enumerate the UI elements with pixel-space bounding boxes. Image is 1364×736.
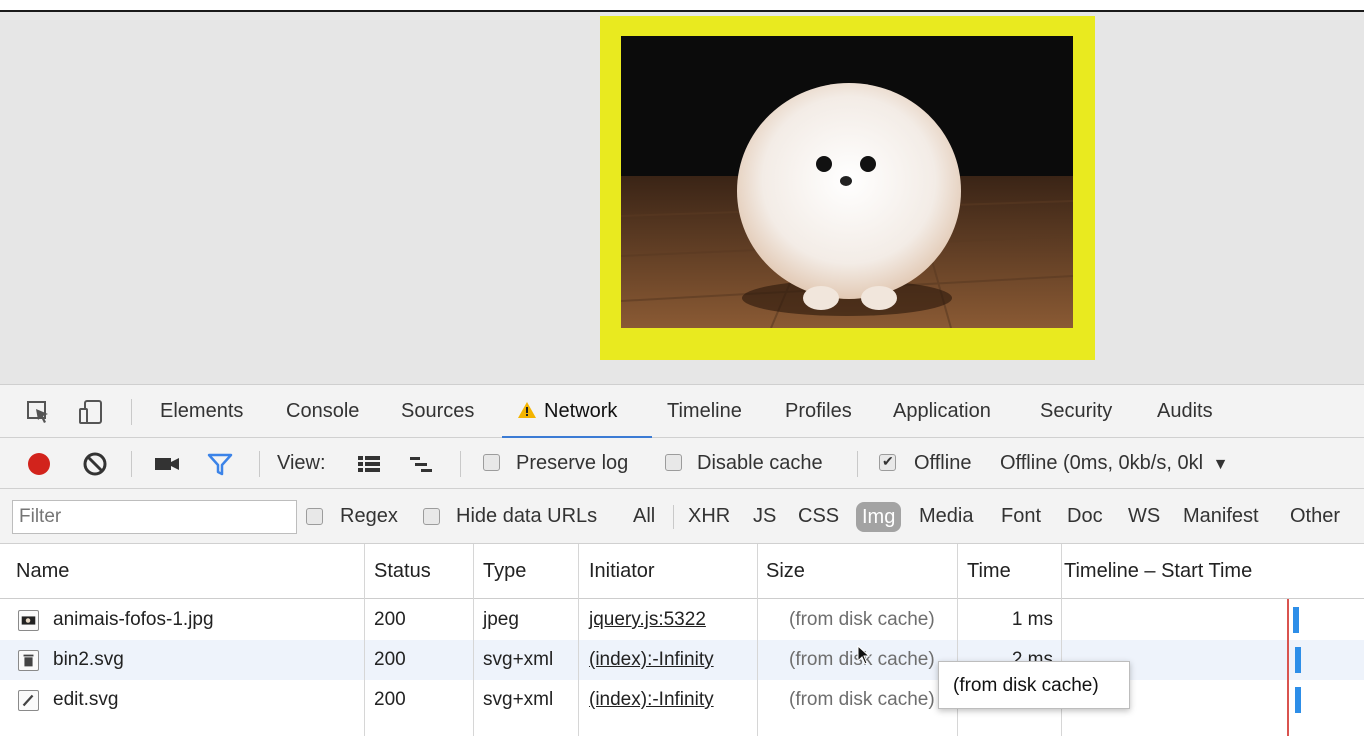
network-filterbar: Regex Hide data URLs All XHR JS CSS Img … (0, 489, 1364, 544)
row-name: edit.svg (53, 689, 119, 710)
puppy-photo (621, 36, 1073, 328)
warning-icon (518, 402, 536, 418)
toolbar-separator (460, 451, 461, 477)
tab-application[interactable]: Application (893, 385, 991, 438)
hide-data-urls-label: Hide data URLs (456, 505, 598, 527)
disable-cache-checkbox[interactable] (665, 454, 682, 471)
row-status: 200 (374, 689, 406, 710)
window-top-edge (0, 0, 1364, 12)
column-header-timeline[interactable]: Timeline – Start Time (1064, 544, 1252, 599)
tab-audits[interactable]: Audits (1157, 385, 1213, 438)
tab-elements[interactable]: Elements (160, 385, 243, 438)
column-divider[interactable] (364, 544, 365, 736)
regex-checkbox[interactable] (306, 508, 323, 525)
row-type: jpeg (483, 609, 519, 630)
preserve-log-label: Preserve log (516, 452, 629, 474)
filter-type-all[interactable]: All (633, 489, 655, 544)
tab-console[interactable]: Console (286, 385, 359, 438)
filter-type-font[interactable]: Font (1001, 489, 1041, 544)
row-initiator-link[interactable]: (index):-Infinity (589, 640, 714, 680)
view-label: View: (277, 452, 326, 474)
column-header-initiator[interactable]: Initiator (589, 544, 655, 599)
filter-type-css[interactable]: CSS (798, 489, 839, 544)
row-status: 200 (374, 649, 406, 670)
devtools-tabbar: Elements Console Sources Network Timelin… (0, 385, 1364, 438)
waterfall-bar (1293, 607, 1299, 633)
row-initiator-link[interactable]: (index):-Infinity (589, 680, 714, 720)
tab-timeline[interactable]: Timeline (667, 385, 742, 438)
offline-checkbox[interactable] (879, 453, 896, 471)
toolbar-separator (131, 451, 132, 477)
record-icon[interactable] (26, 451, 52, 477)
filter-type-doc[interactable]: Doc (1067, 489, 1103, 544)
filter-type-img[interactable]: Img (856, 502, 902, 532)
network-toolbar: View: Preserve log Disable cache Offline… (0, 438, 1364, 489)
table-header: Name Status Type Initiator Size Time Tim… (0, 544, 1364, 599)
preserve-log-checkbox[interactable] (483, 454, 500, 471)
filter-funnel-icon[interactable] (207, 451, 233, 477)
tabbar-separator (131, 399, 132, 425)
toolbar-separator (259, 451, 260, 477)
tab-sources[interactable]: Sources (401, 385, 474, 438)
waterfall-bar (1295, 687, 1301, 713)
clear-icon[interactable] (82, 451, 108, 477)
throttling-select[interactable]: Offline (0ms, 0kb/s, 0kl ▼ (1000, 438, 1228, 489)
large-rows-view-icon[interactable] (356, 451, 382, 477)
trash-file-icon (18, 650, 39, 671)
column-header-status[interactable]: Status (374, 544, 431, 599)
row-size: (from disk cache) (789, 689, 935, 710)
image-file-icon (18, 610, 39, 631)
filter-type-media[interactable]: Media (919, 489, 973, 544)
network-request-table: Name Status Type Initiator Size Time Tim… (0, 544, 1364, 736)
column-divider[interactable] (578, 544, 579, 736)
filter-type-xhr[interactable]: XHR (688, 489, 730, 544)
row-name: animais-fofos-1.jpg (53, 609, 214, 630)
row-size: (from disk cache) (789, 609, 935, 630)
tab-security[interactable]: Security (1040, 385, 1112, 438)
pencil-file-icon (18, 690, 39, 711)
page-viewport (0, 12, 1364, 384)
toolbar-separator (857, 451, 858, 477)
offline-label: Offline (914, 452, 972, 474)
chevron-down-icon: ▼ (1212, 456, 1229, 473)
tab-profiles[interactable]: Profiles (785, 385, 852, 438)
table-row[interactable]: edit.svg 200 svg+xml (index):-Infinity (… (0, 680, 1364, 720)
filter-type-other[interactable]: Other (1290, 489, 1340, 544)
throttling-value: Offline (0ms, 0kb/s, 0kl (1000, 452, 1204, 474)
mouse-cursor-icon (857, 645, 871, 665)
column-header-time[interactable]: Time (967, 544, 1011, 599)
tab-network[interactable]: Network (502, 385, 652, 438)
filterbar-separator (673, 505, 674, 529)
column-divider[interactable] (473, 544, 474, 736)
row-type: svg+xml (483, 649, 554, 670)
column-header-name[interactable]: Name (16, 544, 69, 599)
column-divider[interactable] (757, 544, 758, 736)
hide-data-urls-checkbox[interactable] (423, 508, 440, 525)
photo-frame (600, 16, 1095, 360)
row-name: bin2.svg (53, 649, 124, 670)
table-row[interactable]: animais-fofos-1.jpg 200 jpeg jquery.js:5… (0, 600, 1364, 640)
filter-type-ws[interactable]: WS (1128, 489, 1160, 544)
column-header-size[interactable]: Size (766, 544, 805, 599)
filter-input[interactable] (12, 500, 297, 534)
disable-cache-label: Disable cache (697, 452, 823, 474)
row-type: svg+xml (483, 689, 554, 710)
filter-type-manifest[interactable]: Manifest (1183, 489, 1259, 544)
inspect-element-icon[interactable] (26, 399, 52, 425)
table-row[interactable]: bin2.svg 200 svg+xml (index):-Infinity (… (0, 640, 1364, 680)
row-time: 1 ms (1011, 609, 1053, 630)
size-tooltip: (from disk cache) (938, 661, 1130, 709)
tab-network-label: Network (544, 400, 618, 422)
row-status: 200 (374, 609, 406, 630)
overview-waterfall-icon[interactable] (408, 451, 434, 477)
regex-label: Regex (340, 505, 398, 527)
device-toolbar-icon[interactable] (78, 399, 104, 425)
waterfall-bar (1295, 647, 1301, 673)
filter-type-js[interactable]: JS (753, 489, 776, 544)
devtools-panel: Elements Console Sources Network Timelin… (0, 384, 1364, 736)
timeline-load-marker (1287, 599, 1289, 736)
row-initiator-link[interactable]: jquery.js:5322 (589, 600, 706, 640)
column-header-type[interactable]: Type (483, 544, 526, 599)
screenshot-camera-icon[interactable] (154, 451, 180, 477)
